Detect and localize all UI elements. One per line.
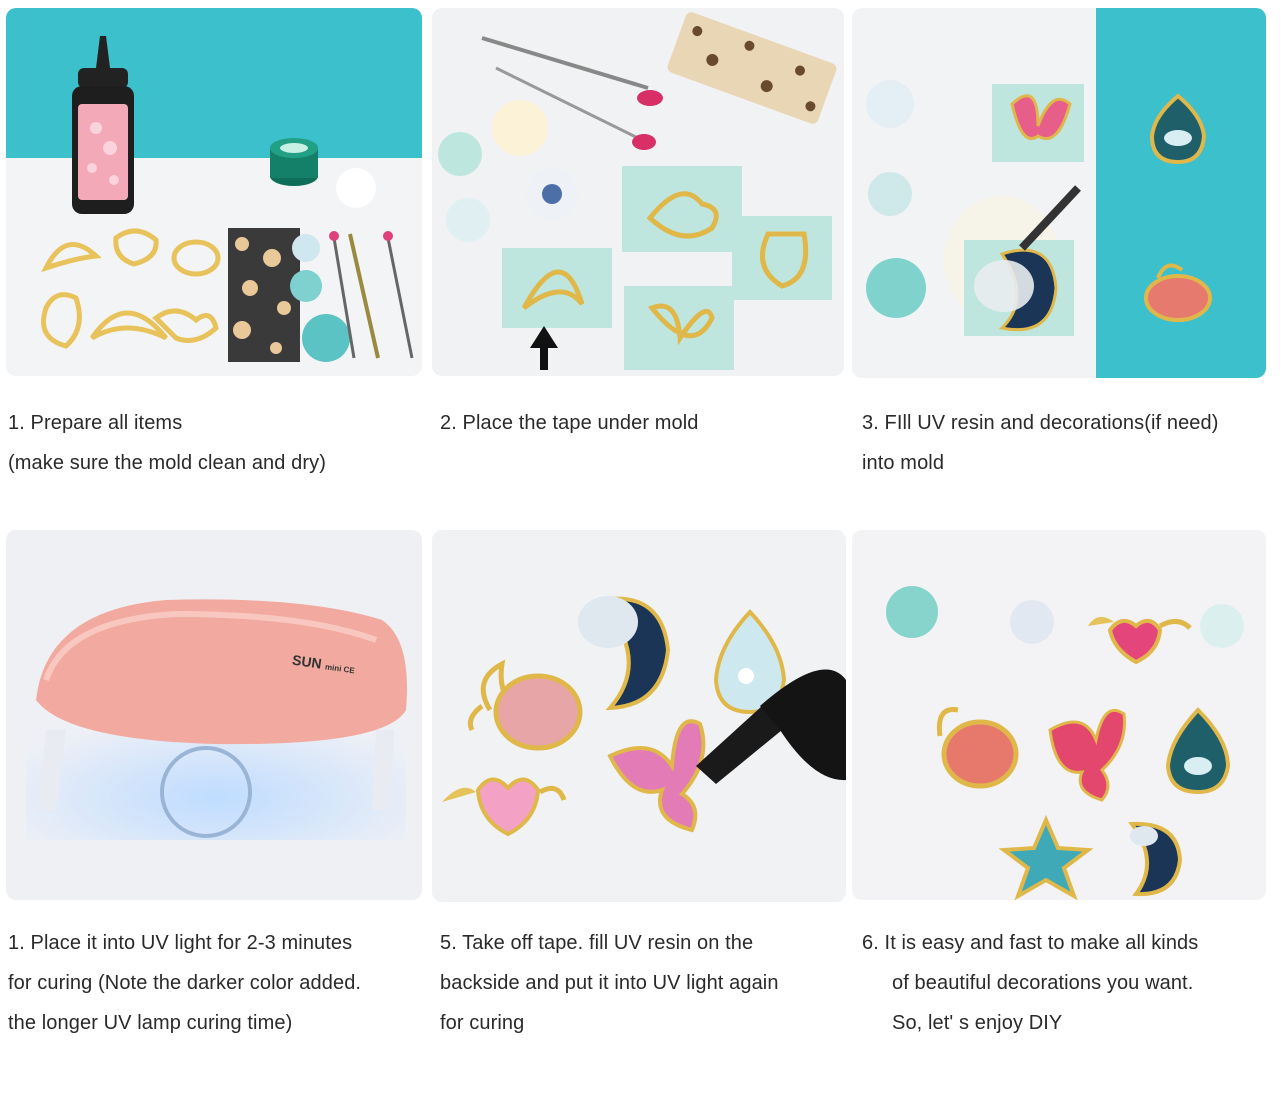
step-2-line-1: 2. Place the tape under mold [440, 412, 699, 434]
step-2-caption: 2. Place the tape under mold [440, 403, 699, 443]
step-1-caption: 1. Prepare all items (make sure the mold… [8, 403, 326, 483]
step-3-caption: 3. FIll UV resin and decorations(if need… [862, 403, 1219, 483]
step-6-caption: 6. It is easy and fast to make all kinds… [862, 923, 1198, 1043]
step-4-line-2: for curing (Note the darker color added. [8, 972, 362, 994]
step-4-line-3: the longer UV lamp curing time) [8, 1012, 293, 1034]
step-6-line-1: 6. It is easy and fast to make all kinds [862, 932, 1199, 954]
step-4-caption: 1. Place it into UV light for 2-3 minute… [8, 923, 361, 1043]
step-3-photo [852, 8, 1266, 378]
step-3-line-2: into mold [862, 452, 945, 474]
step-5-caption: 5. Take off tape. fill UV resin on the b… [440, 923, 779, 1043]
step-2-photo [432, 8, 844, 376]
step-5-photo [432, 530, 846, 902]
step-1-photo [6, 8, 422, 376]
step-5-line-1: 5. Take off tape. fill UV resin on the [440, 932, 754, 954]
step-3-line-1: 3. FIll UV resin and decorations(if need… [862, 412, 1219, 434]
step-5-line-2: backside and put it into UV light again [440, 972, 779, 994]
step-5-line-3: for curing [440, 1012, 525, 1034]
step-6-line-2: of beautiful decorations you want. [892, 972, 1194, 994]
step-4-photo [6, 530, 422, 900]
step-6-photo [852, 530, 1266, 900]
step-1-line-2: (make sure the mold clean and dry) [8, 452, 326, 474]
step-6-line-3: So, let' s enjoy DIY [892, 1012, 1063, 1034]
step-4-line-1: 1. Place it into UV light for 2-3 minute… [8, 932, 353, 954]
step-1-line-1: 1. Prepare all items [8, 412, 183, 434]
